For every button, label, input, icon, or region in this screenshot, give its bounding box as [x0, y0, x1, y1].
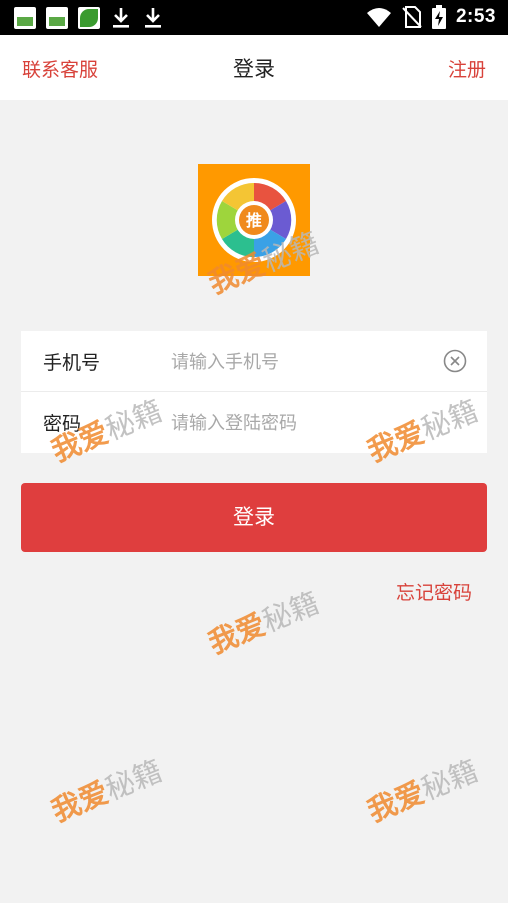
watermark-part1: 我爱	[362, 775, 430, 829]
watermark: 我爱秘籍	[201, 580, 324, 662]
forgot-password-link[interactable]: 忘记密码	[396, 578, 472, 605]
watermark-part2: 秘籍	[100, 753, 167, 807]
phone-label: 手机号	[43, 352, 101, 374]
page-title: 登录	[233, 57, 275, 81]
password-input[interactable]	[171, 404, 431, 442]
gallery-icon	[14, 7, 36, 29]
download-icon	[110, 6, 132, 30]
phone-row: 手机号	[21, 331, 487, 392]
leaf-app-icon	[78, 7, 100, 29]
status-bar: 2:53	[0, 0, 508, 35]
camera-aperture-icon: 推	[212, 178, 296, 262]
phone-input[interactable]	[171, 343, 431, 381]
app-logo: 推	[198, 164, 310, 276]
login-form: 手机号 密码	[21, 331, 487, 453]
status-time: 2:53	[455, 6, 496, 27]
register-link[interactable]: 注册	[448, 55, 486, 82]
download-icon	[142, 6, 164, 30]
watermark-part2: 秘籍	[416, 753, 483, 807]
wifi-icon	[366, 8, 391, 27]
clear-icon[interactable]	[443, 349, 467, 373]
watermark-part2: 秘籍	[257, 585, 324, 639]
no-sim-icon	[402, 6, 422, 28]
logo-badge-text: 推	[246, 211, 262, 230]
login-button[interactable]: 登录	[21, 483, 487, 552]
system-icons: 2:53	[366, 5, 496, 29]
watermark-part1: 我爱	[46, 775, 114, 829]
password-row: 密码	[21, 392, 487, 453]
watermark: 我爱秘籍	[44, 748, 167, 830]
gallery-icon	[46, 7, 68, 29]
top-nav-bar: 联系客服 登录 注册	[0, 35, 508, 100]
notification-icons	[14, 6, 164, 30]
watermark-part1: 我爱	[203, 607, 271, 661]
password-label: 密码	[43, 413, 82, 435]
watermark: 我爱秘籍	[360, 748, 483, 830]
battery-charging-icon	[431, 5, 446, 29]
